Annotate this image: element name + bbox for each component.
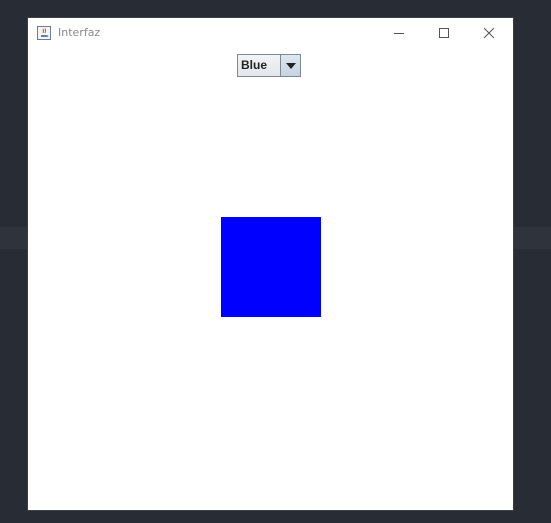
colored-square: [221, 217, 321, 317]
maximize-button[interactable]: [430, 22, 458, 44]
desktop-background: Interfaz Blue: [0, 0, 551, 523]
close-button[interactable]: [475, 22, 503, 44]
title-bar[interactable]: Interfaz: [28, 18, 513, 48]
combobox-selected-value: Blue: [238, 55, 280, 76]
content-panel: Blue: [28, 48, 513, 510]
minimize-icon: [394, 33, 404, 34]
java-cup-icon: [37, 25, 51, 40]
maximize-icon: [439, 28, 449, 38]
app-window: Interfaz Blue: [28, 18, 513, 510]
close-icon: [483, 27, 495, 39]
chevron-down-icon: [285, 62, 296, 69]
color-combobox[interactable]: Blue: [237, 54, 301, 77]
combobox-arrow-button[interactable]: [280, 55, 300, 76]
minimize-button[interactable]: [385, 22, 413, 44]
window-title: Interfaz: [58, 26, 101, 39]
